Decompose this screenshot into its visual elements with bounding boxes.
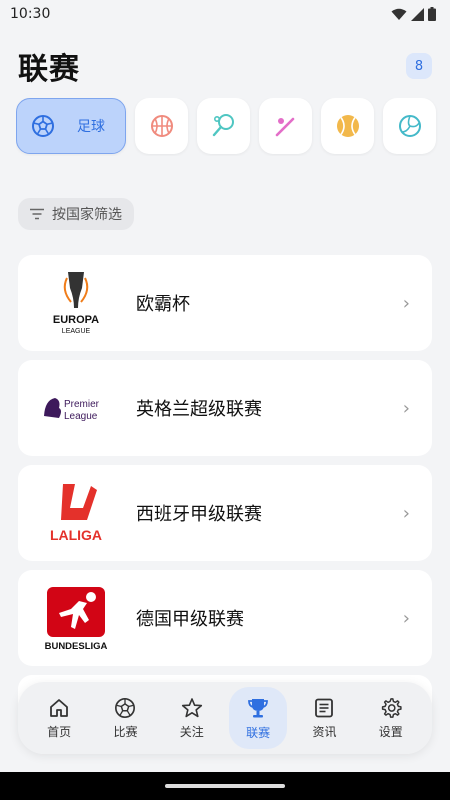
league-name: 德国甲级联赛 bbox=[136, 609, 244, 630]
news-icon bbox=[315, 698, 334, 717]
battery-icon bbox=[428, 7, 436, 21]
basketball-icon bbox=[150, 115, 173, 137]
volleyball-icon bbox=[398, 115, 421, 137]
sport-chip-tennis-ball[interactable] bbox=[321, 98, 374, 154]
premier-logo-text-1: Premier bbox=[64, 399, 100, 410]
tab-label: 联赛 bbox=[246, 725, 271, 740]
tab-leagues[interactable]: 联赛 bbox=[229, 687, 288, 749]
tab-label: 设置 bbox=[378, 724, 403, 739]
star-icon bbox=[181, 697, 202, 717]
europa-league-logo: EUROPA LEAGUE bbox=[32, 263, 120, 343]
chevron-right-icon: › bbox=[402, 502, 410, 524]
system-navigation-bar bbox=[0, 772, 450, 800]
league-item-europa-league[interactable]: EUROPA LEAGUE 欧霸杯 › bbox=[18, 255, 432, 351]
badminton-icon bbox=[275, 117, 294, 137]
laliga-logo-text: LALIGA bbox=[50, 527, 102, 543]
filter-label: 按国家筛选 bbox=[52, 207, 122, 223]
trophy-icon bbox=[248, 698, 269, 717]
sport-chip-volleyball[interactable] bbox=[383, 98, 436, 154]
filter-icon bbox=[30, 208, 44, 220]
premier-league-logo: Premier League bbox=[32, 368, 120, 448]
laliga-logo: LALIGA bbox=[32, 473, 120, 553]
sport-chip-badminton[interactable] bbox=[259, 98, 312, 154]
wifi-icon bbox=[391, 8, 407, 20]
chevron-right-icon: › bbox=[402, 292, 410, 314]
chevron-right-icon: › bbox=[402, 397, 410, 419]
gear-icon bbox=[381, 697, 402, 718]
tab-label: 首页 bbox=[47, 724, 72, 739]
league-name: 英格兰超级联赛 bbox=[136, 399, 262, 420]
home-icon bbox=[50, 698, 69, 717]
home-indicator[interactable] bbox=[165, 784, 285, 788]
count-badge[interactable]: 8 bbox=[406, 53, 432, 79]
tab-following[interactable]: 关注 bbox=[163, 687, 221, 749]
chevron-right-icon: › bbox=[402, 607, 410, 629]
soccer-ball-icon bbox=[32, 115, 54, 137]
premier-logo-text-2: League bbox=[64, 411, 98, 422]
header: 联赛 8 bbox=[18, 44, 432, 88]
soccer-ball-icon bbox=[115, 697, 136, 718]
signal-icon bbox=[411, 7, 424, 21]
sport-chip-label: 足球 bbox=[77, 119, 105, 135]
sport-chip-soccer[interactable]: 足球 bbox=[16, 98, 126, 154]
page-title: 联赛 bbox=[18, 52, 80, 87]
bottom-tab-bar: 首页 比赛 关注 联赛 资讯 设置 bbox=[18, 682, 432, 754]
league-item-bundesliga[interactable]: BUNDESLIGA 德国甲级联赛 › bbox=[18, 570, 432, 666]
tab-label: 比赛 bbox=[113, 724, 138, 739]
league-name: 西班牙甲级联赛 bbox=[136, 504, 262, 525]
sport-chip-tennis[interactable] bbox=[197, 98, 250, 154]
status-bar: 10:30 bbox=[0, 0, 450, 28]
tab-label: 关注 bbox=[179, 724, 204, 739]
league-list: EUROPA LEAGUE 欧霸杯 › Premier League 英格兰超级… bbox=[18, 255, 432, 675]
bundesliga-logo-text: BUNDESLIGA bbox=[45, 641, 108, 652]
europa-logo-text-2: LEAGUE bbox=[62, 328, 91, 335]
tab-news[interactable]: 资讯 bbox=[295, 687, 353, 749]
sport-chip-basketball[interactable] bbox=[135, 98, 188, 154]
league-item-premier-league[interactable]: Premier League 英格兰超级联赛 › bbox=[18, 360, 432, 456]
bundesliga-logo: BUNDESLIGA bbox=[32, 578, 120, 658]
tab-matches[interactable]: 比赛 bbox=[96, 687, 154, 749]
sport-selector: 足球 bbox=[16, 98, 450, 156]
league-item-laliga[interactable]: LALIGA 西班牙甲级联赛 › bbox=[18, 465, 432, 561]
status-time: 10:30 bbox=[10, 6, 51, 22]
league-name: 欧霸杯 bbox=[136, 294, 190, 315]
status-icons bbox=[391, 7, 436, 21]
tab-label: 资讯 bbox=[312, 724, 337, 739]
tab-settings[interactable]: 设置 bbox=[362, 687, 420, 749]
tennis-racket-icon bbox=[212, 114, 234, 137]
country-filter-button[interactable]: 按国家筛选 bbox=[18, 198, 134, 230]
europa-logo-text-1: EUROPA bbox=[53, 314, 99, 326]
tab-home[interactable]: 首页 bbox=[30, 687, 88, 749]
tennis-ball-icon bbox=[336, 115, 359, 137]
